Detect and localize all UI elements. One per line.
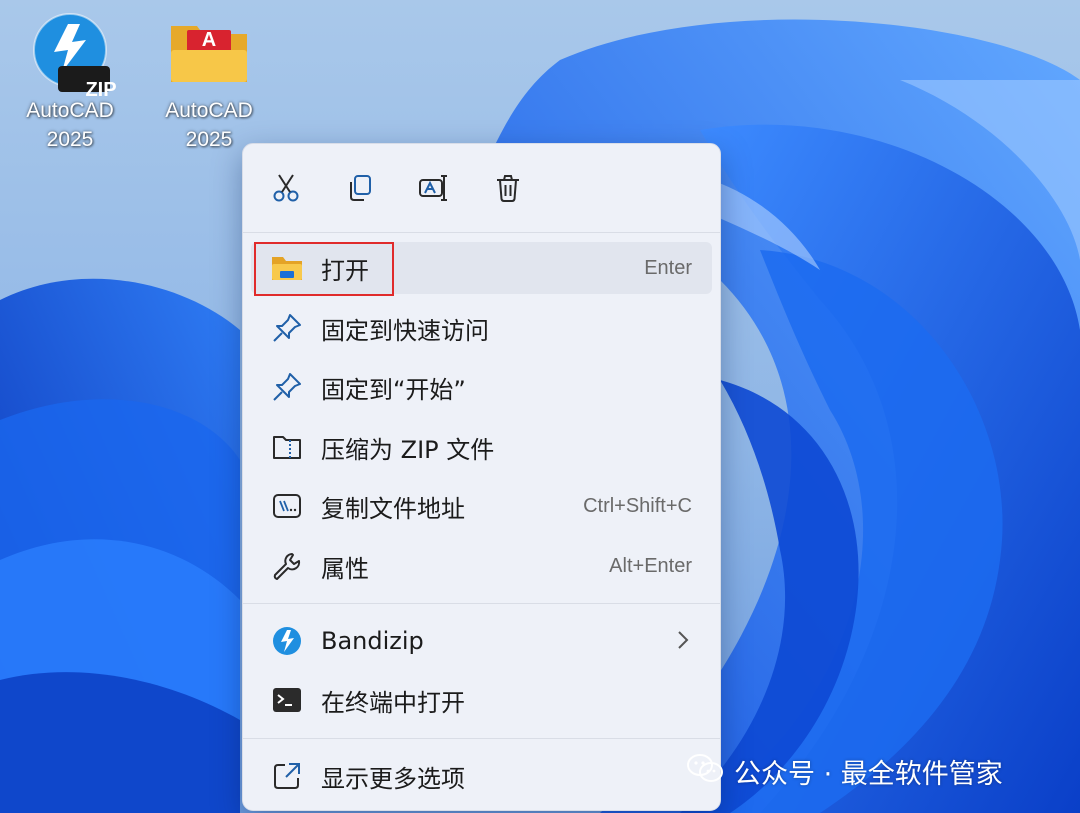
menu-item-label: 在终端中打开 bbox=[321, 688, 465, 717]
menu-item-label: 压缩为 ZIP 文件 bbox=[321, 435, 495, 464]
scissors-icon bbox=[273, 174, 299, 202]
menu-item-label: 复制文件地址 bbox=[321, 494, 465, 523]
menu-item-open-terminal[interactable]: 在终端中打开 bbox=[251, 674, 712, 726]
copy-button[interactable] bbox=[333, 164, 387, 212]
folder-autocad-icon: A bbox=[167, 12, 251, 96]
menu-item-label: Bandizip bbox=[321, 627, 424, 655]
watermark: 公众号 · 最全软件管家 bbox=[686, 752, 1003, 791]
path-copy-icon bbox=[271, 490, 303, 522]
highlight-box bbox=[254, 242, 394, 296]
menu-item-label: 固定到“开始” bbox=[321, 375, 466, 404]
desktop-icon-label: AutoCAD 2025 bbox=[26, 99, 114, 151]
menu-item-pin-quick-access[interactable]: 固定到快速访问 bbox=[251, 302, 712, 354]
pin-icon bbox=[271, 312, 303, 344]
desktop-icon-autocad-folder[interactable]: A AutoCAD 2025 bbox=[154, 12, 264, 154]
watermark-text: 公众号 · 最全软件管家 bbox=[734, 759, 1003, 790]
menu-item-copy-path[interactable]: 复制文件地址 Ctrl+Shift+C bbox=[251, 480, 712, 532]
desktop-icon-autocad-zip[interactable]: ZIP AutoCAD 2025 bbox=[15, 12, 125, 154]
rename-icon bbox=[419, 175, 447, 201]
pin-icon bbox=[271, 371, 303, 403]
menu-item-label: 固定到快速访问 bbox=[321, 316, 489, 345]
chevron-right-icon bbox=[676, 629, 690, 655]
menu-item-shortcut: Alt+Enter bbox=[609, 554, 692, 577]
wechat-icon bbox=[686, 753, 724, 790]
bandizip-zip-icon: ZIP bbox=[28, 12, 117, 101]
menu-item-shortcut: Ctrl+Shift+C bbox=[583, 494, 692, 517]
bandizip-icon bbox=[271, 625, 303, 657]
trash-icon bbox=[497, 175, 519, 202]
menu-item-compress-zip[interactable]: 压缩为 ZIP 文件 bbox=[251, 421, 712, 473]
menu-item-label: 属性 bbox=[321, 554, 369, 583]
menu-item-shortcut: Enter bbox=[644, 256, 692, 279]
menu-item-label: 显示更多选项 bbox=[321, 764, 465, 793]
menu-separator bbox=[243, 603, 720, 604]
more-options-icon bbox=[271, 760, 303, 792]
zip-badge: ZIP bbox=[85, 79, 117, 101]
terminal-icon bbox=[271, 684, 303, 716]
menu-item-show-more-options[interactable]: 显示更多选项 bbox=[251, 750, 712, 802]
zip-folder-icon bbox=[271, 431, 303, 463]
menu-separator bbox=[243, 232, 720, 233]
copy-icon bbox=[350, 175, 371, 201]
cut-button[interactable] bbox=[259, 164, 313, 212]
menu-item-bandizip[interactable]: Bandizip bbox=[251, 615, 712, 667]
menu-separator bbox=[243, 738, 720, 739]
autocad-badge: A bbox=[201, 29, 217, 51]
rename-button[interactable] bbox=[407, 164, 461, 212]
delete-button[interactable] bbox=[481, 164, 535, 212]
menu-item-pin-start[interactable]: 固定到“开始” bbox=[251, 361, 712, 413]
wrench-icon bbox=[271, 550, 303, 582]
menu-item-properties[interactable]: 属性 Alt+Enter bbox=[251, 540, 712, 592]
